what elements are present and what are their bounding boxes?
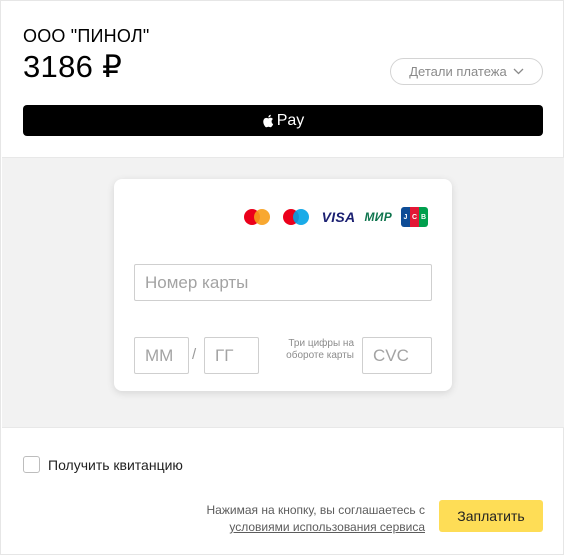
apple-icon: [262, 114, 273, 127]
cvc-hint: Три цифры на обороте карты: [286, 338, 354, 361]
apple-pay-button[interactable]: Pay: [23, 105, 543, 136]
card-form: VISA МИР J C B / Три цифры на обороте ка…: [114, 179, 452, 391]
receipt-label: Получить квитанцию: [48, 456, 183, 473]
mir-logo: МИР: [364, 210, 392, 224]
card-number-input[interactable]: [134, 264, 432, 301]
receipt-option[interactable]: Получить квитанцию: [23, 456, 183, 473]
payment-details-label: Детали платежа: [409, 64, 507, 79]
maestro-logo: [282, 207, 313, 227]
cvc-input[interactable]: [362, 337, 432, 374]
terms-link[interactable]: условиями использования сервиса: [229, 520, 425, 534]
expiry-month-input[interactable]: [134, 337, 189, 374]
agreement-text: Нажимая на кнопку, вы соглашаетесь с усл…: [161, 502, 426, 536]
visa-logo: VISA: [321, 209, 356, 225]
chevron-down-icon: [513, 68, 524, 75]
payment-amount: 3186 ₽: [23, 49, 123, 84]
merchant-name: ООО "ПИНОЛ": [23, 26, 150, 46]
payment-widget: ООО "ПИНОЛ" 3186 ₽ Детали платежа Pay VI…: [0, 0, 564, 555]
payment-system-logos: VISA МИР J C B: [243, 207, 428, 227]
payment-details-button[interactable]: Детали платежа: [390, 58, 543, 85]
agreement-prefix: Нажимая на кнопку, вы соглашаетесь с: [206, 503, 426, 517]
expiry-year-input[interactable]: [204, 337, 259, 374]
receipt-checkbox[interactable]: [23, 456, 40, 473]
expiry-separator: /: [192, 346, 197, 363]
apple-pay-label: Pay: [276, 111, 305, 129]
pay-button[interactable]: Заплатить: [439, 500, 543, 532]
jcb-logo: J C B: [401, 207, 428, 227]
mastercard-logo: [243, 207, 274, 227]
